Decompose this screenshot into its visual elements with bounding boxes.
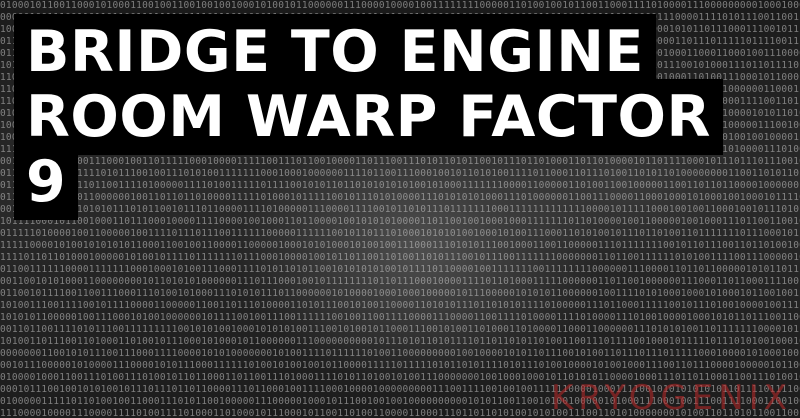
headline: BRIDGE TO ENGINE ROOM WARP FACTOR 9: [14, 14, 774, 220]
headline-line-2: ROOM WARP FACTOR: [14, 79, 723, 155]
headline-line-3: 9: [14, 144, 79, 220]
brand-watermark: KRYOGENIX: [551, 378, 792, 418]
